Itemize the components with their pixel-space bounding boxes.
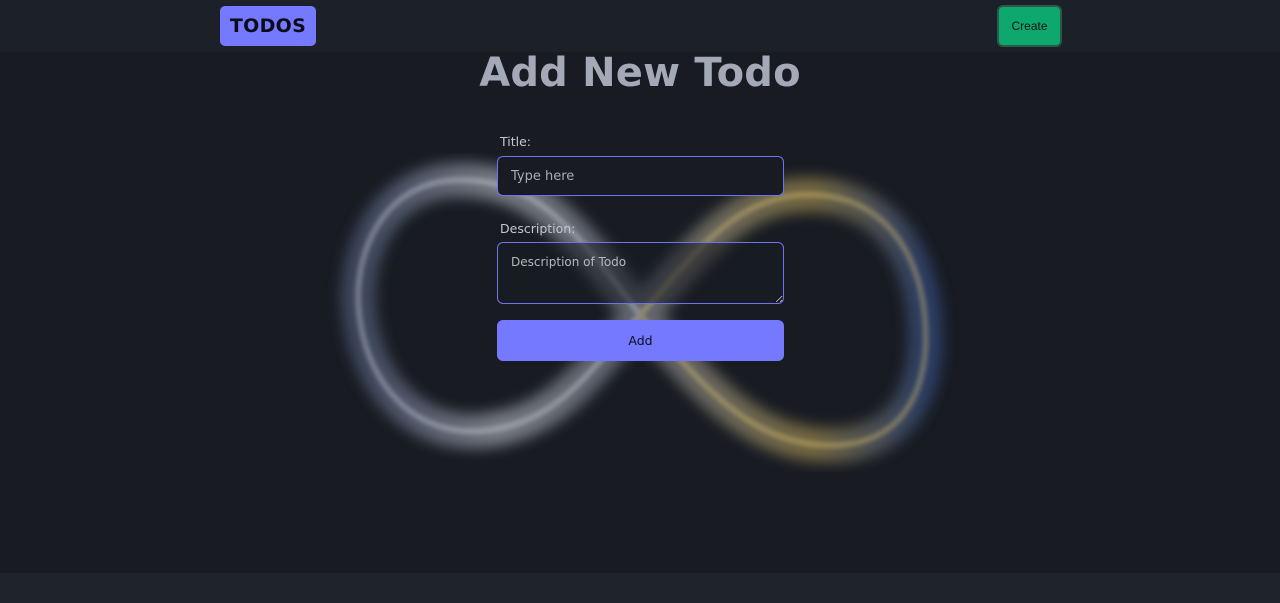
add-button[interactable]: Add	[497, 320, 784, 361]
description-input[interactable]	[497, 242, 784, 304]
description-label: Description:	[500, 221, 576, 236]
navbar: TODOS Create	[0, 0, 1280, 52]
title-input[interactable]	[497, 156, 784, 196]
page-title: Add New Todo	[479, 50, 801, 96]
logo[interactable]: TODOS	[220, 6, 316, 46]
footer-bar	[0, 573, 1280, 603]
page: TODOS Create Add New Todo Title: Type he…	[0, 0, 1280, 603]
create-button[interactable]: Create	[997, 5, 1062, 47]
title-label: Title:	[500, 134, 531, 149]
